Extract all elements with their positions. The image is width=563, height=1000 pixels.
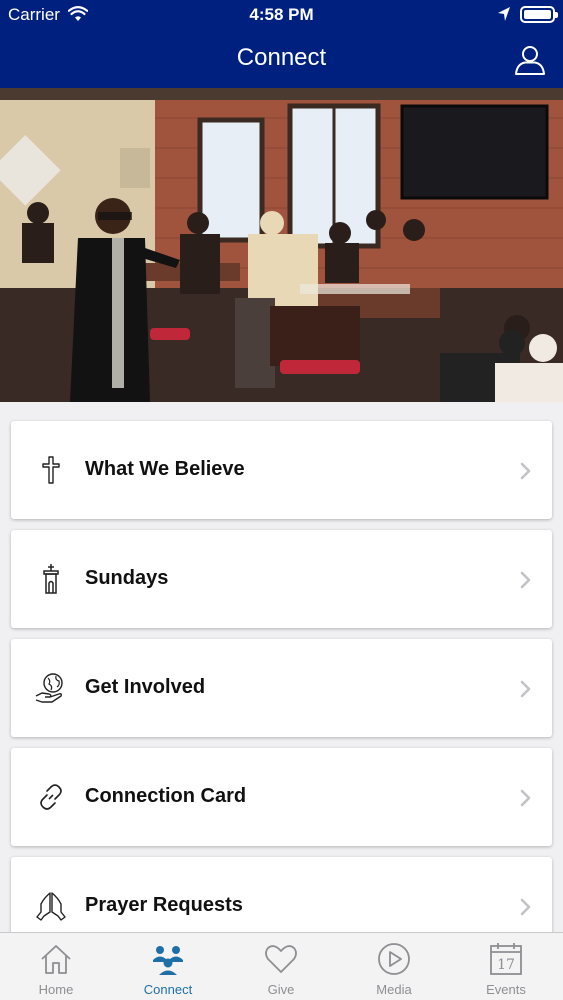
chevron-right-icon (520, 789, 531, 807)
church-icon (43, 564, 59, 594)
menu-item-label: Get Involved (85, 676, 206, 698)
tab-label: Media (376, 982, 412, 997)
nav-bar: Connect (0, 30, 563, 88)
tab-label: Give (267, 982, 295, 997)
tab-give[interactable]: Give (225, 933, 337, 1000)
page-title: Connect (236, 44, 327, 71)
tab-label: Events (486, 982, 526, 997)
menu-item-connection-card[interactable]: Connection Card (11, 748, 552, 846)
calendar-icon: 17 (490, 943, 522, 975)
location-arrow-icon (498, 7, 510, 21)
cross-icon (42, 456, 60, 484)
chevron-right-icon (520, 571, 531, 589)
tab-bar: Home Connect Give Media 17 Events (0, 932, 563, 1000)
heart-icon (265, 945, 297, 973)
hero-image (0, 88, 563, 402)
menu-item-get-involved[interactable]: Get Involved (11, 639, 552, 737)
tab-connect[interactable]: Connect (112, 933, 224, 1000)
calendar-day-number: 17 (497, 957, 515, 973)
tab-home[interactable]: Home (0, 933, 112, 1000)
menu-item-label: Connection Card (85, 785, 247, 807)
globe-hand-icon (35, 673, 63, 703)
chevron-right-icon (520, 462, 531, 480)
praying-hands-icon (36, 892, 66, 921)
chevron-right-icon (520, 898, 531, 916)
tab-label: Connect (143, 982, 193, 997)
chevron-right-icon (520, 680, 531, 698)
menu-item-what-we-believe[interactable]: What We Believe (11, 421, 552, 519)
group-photo (0, 88, 563, 402)
status-bar: Carrier 4:58 PM (0, 0, 563, 30)
menu-item-label: Prayer Requests (85, 894, 243, 916)
connect-menu-list: What We Believe Sundays Get Involved Con… (0, 402, 563, 932)
tab-events[interactable]: 17 Events (450, 933, 562, 1000)
play-icon (378, 943, 410, 975)
tab-media[interactable]: Media (338, 933, 450, 1000)
status-time: 4:58 PM (249, 5, 314, 24)
tab-label: Home (38, 982, 74, 997)
menu-item-prayer-requests[interactable]: Prayer Requests (11, 857, 552, 932)
menu-item-sundays[interactable]: Sundays (11, 530, 552, 628)
link-icon (40, 784, 62, 810)
battery-icon (520, 6, 558, 23)
menu-item-label: Sundays (85, 567, 169, 589)
menu-item-label: What We Believe (85, 458, 245, 480)
home-icon (41, 945, 71, 974)
people-icon (153, 946, 183, 975)
user-icon[interactable] (513, 43, 547, 77)
